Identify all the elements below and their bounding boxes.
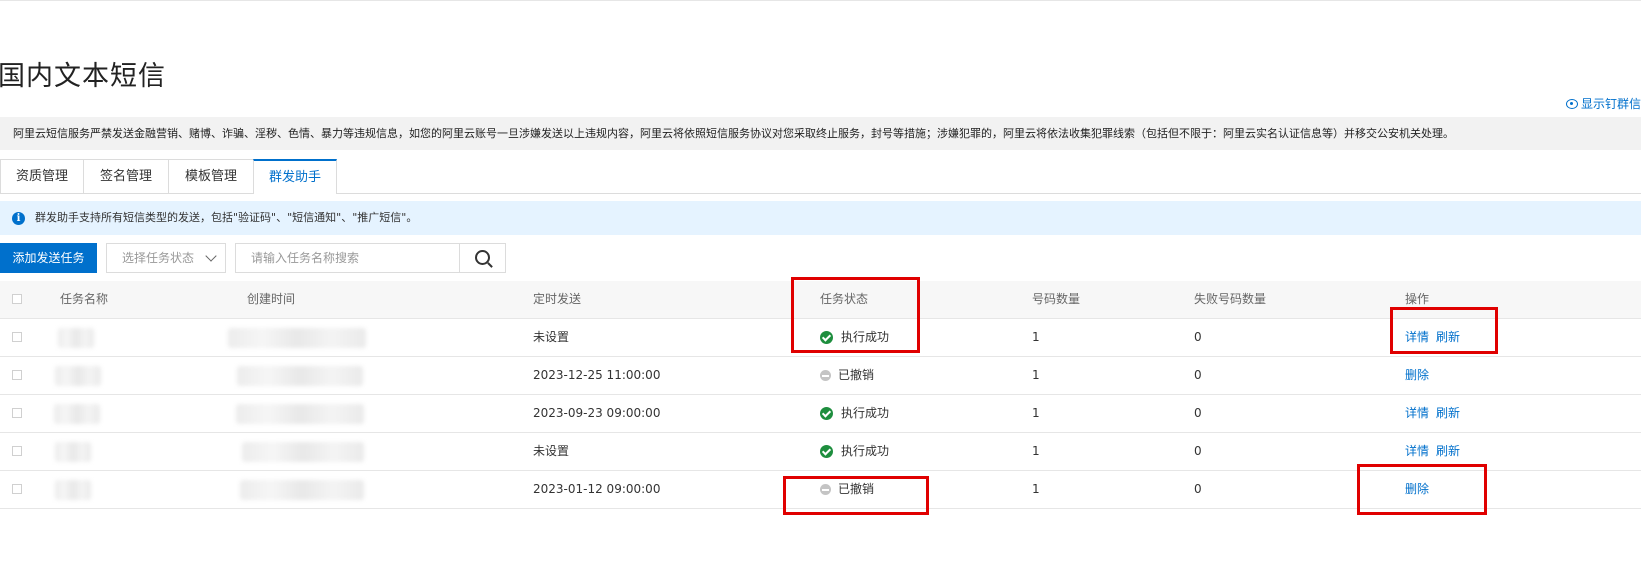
created-time-redacted xyxy=(237,366,363,386)
failed-count: 0 xyxy=(1194,406,1202,420)
info-notice: i 群发助手支持所有短信类型的发送，包括"验证码"、"短信通知"、"推广短信"。 xyxy=(0,201,1641,235)
row-checkbox[interactable] xyxy=(12,408,22,418)
success-check-icon xyxy=(820,407,833,420)
tab-template[interactable]: 模板管理 xyxy=(168,159,254,193)
task-name-redacted xyxy=(55,366,101,386)
header-created-time: 创建时间 xyxy=(247,292,296,306)
table-row: 2023-01-12 09:00:00 已撤销 1 0 删除 xyxy=(0,471,1641,509)
created-time-redacted xyxy=(228,328,366,348)
number-count: 1 xyxy=(1032,368,1040,382)
task-name-redacted xyxy=(55,442,91,462)
tab-qualification[interactable]: 资质管理 xyxy=(0,159,84,193)
task-status: 执行成功 xyxy=(841,444,890,458)
row-checkbox[interactable] xyxy=(12,484,22,494)
info-notice-text: 群发助手支持所有短信类型的发送，包括"验证码"、"短信通知"、"推广短信"。 xyxy=(35,211,418,224)
show-dingtalk-group-label: 显示钉群信 xyxy=(1580,97,1641,111)
tab-bulk-send[interactable]: 群发助手 xyxy=(253,159,337,194)
header-scheduled: 定时发送 xyxy=(533,292,582,306)
success-check-icon xyxy=(820,331,833,344)
failed-count: 0 xyxy=(1194,330,1202,344)
details-link[interactable]: 详情 xyxy=(1405,395,1429,432)
cancelled-icon xyxy=(820,370,831,381)
created-time-redacted xyxy=(240,480,364,500)
failed-count: 0 xyxy=(1194,368,1202,382)
eye-icon xyxy=(1565,98,1578,109)
delete-link[interactable]: 删除 xyxy=(1405,471,1429,508)
scheduled-time: 2023-09-23 09:00:00 xyxy=(533,406,661,420)
task-status: 已撤销 xyxy=(838,482,875,496)
row-checkbox[interactable] xyxy=(12,446,22,456)
compliance-warning: 阿里云短信服务严禁发送金融营销、赌博、诈骗、淫秽、色情、暴力等违规信息，如您的阿… xyxy=(0,117,1641,150)
number-count: 1 xyxy=(1032,482,1040,496)
search-icon xyxy=(475,250,490,265)
show-dingtalk-group-link[interactable]: 显示钉群信 xyxy=(1565,95,1641,112)
scheduled-time: 未设置 xyxy=(533,444,570,458)
task-status: 执行成功 xyxy=(841,406,890,420)
delete-link[interactable]: 删除 xyxy=(1405,357,1429,394)
header-number-count: 号码数量 xyxy=(1032,292,1081,306)
status-select-value: 选择任务状态 xyxy=(122,251,195,265)
scheduled-time: 2023-01-12 09:00:00 xyxy=(533,482,661,496)
chevron-down-icon xyxy=(205,250,217,262)
number-count: 1 xyxy=(1032,444,1040,458)
refresh-link[interactable]: 刷新 xyxy=(1436,319,1460,356)
table-header: 任务名称 创建时间 定时发送 任务状态 号码数量 失败号码数量 操作 xyxy=(0,281,1641,319)
search-input[interactable] xyxy=(236,244,460,272)
number-count: 1 xyxy=(1032,330,1040,344)
header-actions: 操作 xyxy=(1405,292,1430,306)
scheduled-time: 未设置 xyxy=(533,330,570,344)
success-check-icon xyxy=(820,445,833,458)
details-link[interactable]: 详情 xyxy=(1405,433,1429,470)
top-divider xyxy=(0,0,1641,1)
number-count: 1 xyxy=(1032,406,1040,420)
task-name-redacted xyxy=(55,480,91,500)
table-row: 未设置 执行成功 1 0 详情 刷新 xyxy=(0,319,1641,357)
tab-signature[interactable]: 签名管理 xyxy=(83,159,169,193)
search-button[interactable] xyxy=(459,244,505,272)
info-icon: i xyxy=(12,212,25,225)
failed-count: 0 xyxy=(1194,444,1202,458)
add-task-button[interactable]: 添加发送任务 xyxy=(0,243,97,273)
task-name-redacted xyxy=(58,328,94,348)
task-name-redacted xyxy=(54,404,100,424)
row-checkbox[interactable] xyxy=(12,370,22,380)
select-all-checkbox[interactable] xyxy=(12,294,22,304)
table-row: 2023-12-25 11:00:00 已撤销 1 0 删除 xyxy=(0,357,1641,395)
table-row: 未设置 执行成功 1 0 详情 刷新 xyxy=(0,433,1641,471)
table-row: 2023-09-23 09:00:00 执行成功 1 0 详情 刷新 xyxy=(0,395,1641,433)
created-time-redacted xyxy=(242,442,364,462)
search-box xyxy=(235,243,506,273)
task-status: 执行成功 xyxy=(841,330,890,344)
created-time-redacted xyxy=(236,404,364,424)
header-task-name: 任务名称 xyxy=(60,292,109,306)
page-title: 国内文本短信 xyxy=(0,61,166,92)
refresh-link[interactable]: 刷新 xyxy=(1436,395,1460,432)
status-select[interactable]: 选择任务状态 xyxy=(106,243,226,273)
refresh-link[interactable]: 刷新 xyxy=(1436,433,1460,470)
row-checkbox[interactable] xyxy=(12,332,22,342)
details-link[interactable]: 详情 xyxy=(1405,319,1429,356)
tab-bar: 资质管理 签名管理 模板管理 群发助手 xyxy=(0,159,1641,194)
header-failed-count: 失败号码数量 xyxy=(1194,292,1267,306)
cancelled-icon xyxy=(820,484,831,495)
scheduled-time: 2023-12-25 11:00:00 xyxy=(533,368,661,382)
failed-count: 0 xyxy=(1194,482,1202,496)
task-status: 已撤销 xyxy=(838,368,875,382)
header-status: 任务状态 xyxy=(820,292,869,306)
